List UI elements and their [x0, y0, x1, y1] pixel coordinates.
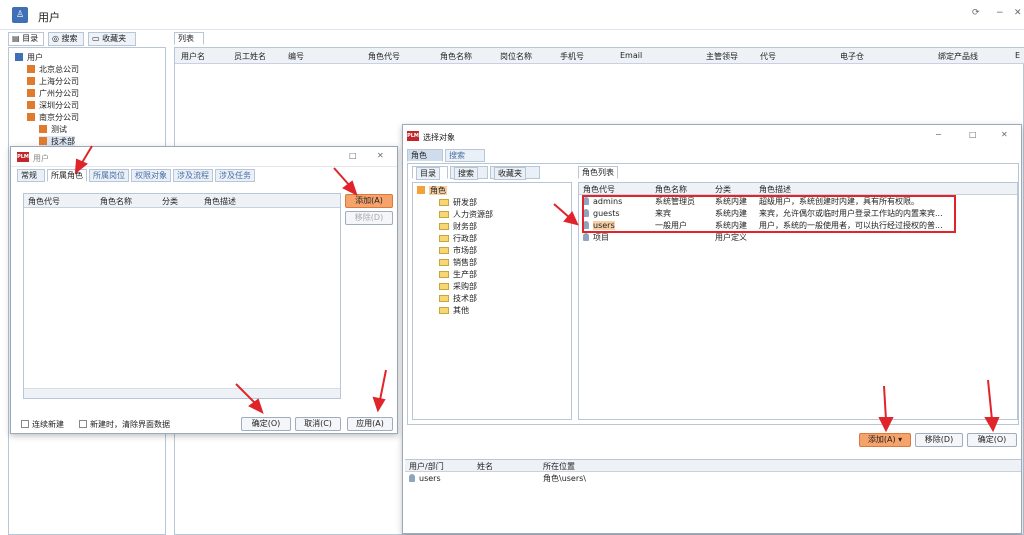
arrow-head [74, 158, 88, 175]
arrow-apply [379, 369, 387, 401]
arrow-role-rows [553, 203, 571, 219]
annotation-arrows [74, 145, 1000, 433]
arrow-head [248, 398, 264, 414]
arrow-head [372, 396, 386, 413]
arrow-head [342, 180, 358, 196]
arrow-ok-select [987, 379, 993, 421]
arrow-head [878, 417, 894, 433]
arrow-head [984, 417, 1000, 433]
arrow-ok [235, 383, 257, 405]
arrow-add [333, 167, 351, 187]
arrow-add-select [883, 385, 887, 421]
